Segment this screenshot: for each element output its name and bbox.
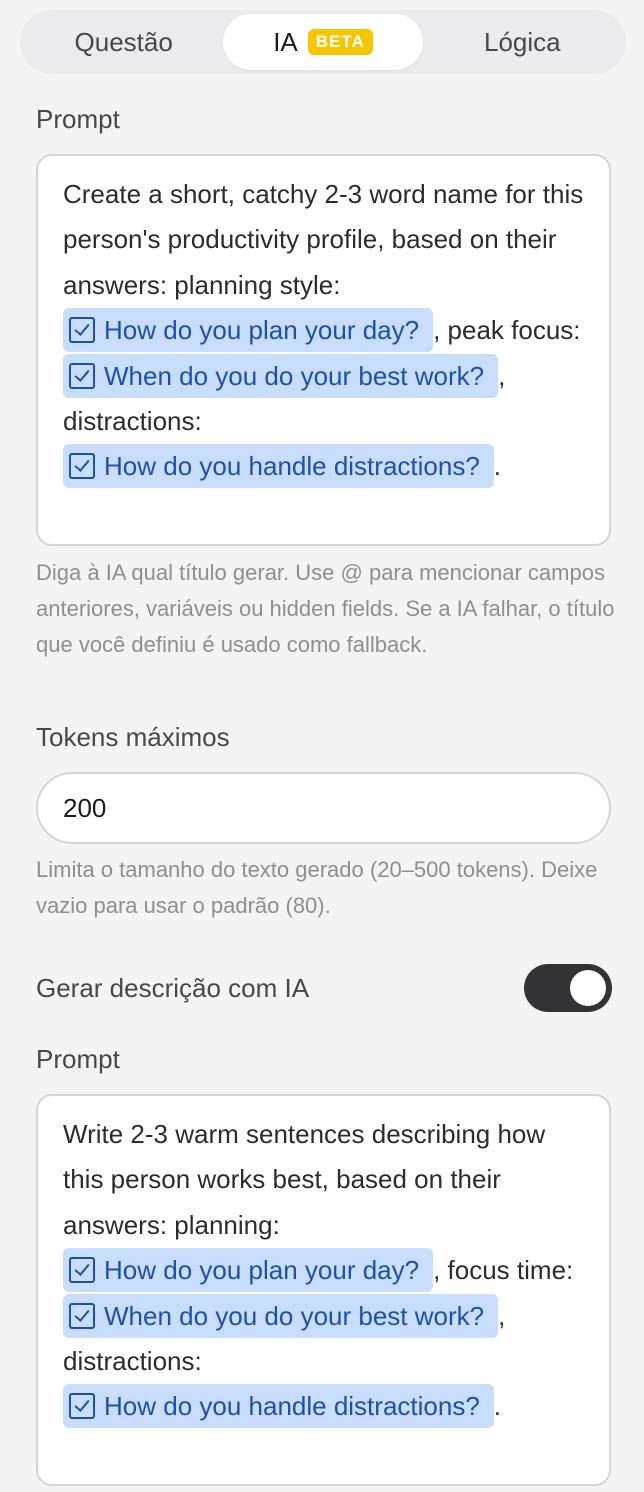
max-tokens-help: Limita o tamanho do texto gerado (20–500…: [36, 857, 598, 918]
checkbox-icon: [69, 453, 95, 480]
max-tokens-label: Tokens máximos: [36, 722, 230, 752]
checkbox-icon: [69, 362, 95, 389]
tab-questao[interactable]: Questão: [24, 14, 223, 70]
checkbox-icon: [69, 1302, 95, 1329]
prompt-text: , focus time:: [433, 1255, 574, 1286]
mention-label: How do you handle distractions?: [104, 1391, 480, 1422]
tab-bar: Questão IA BETA Lógica: [20, 10, 626, 74]
mention-label: When do you do your best work?: [104, 360, 485, 391]
mention-chip[interactable]: How do you plan your day?: [63, 308, 434, 353]
tab-logica[interactable]: Lógica: [423, 14, 622, 70]
mention-chip[interactable]: How do you plan your day?: [63, 1248, 434, 1293]
mention-chip[interactable]: How do you handle distractions?: [63, 444, 494, 489]
title-prompt-help: Diga à IA qual título gerar. Use @ para …: [36, 560, 615, 657]
mention-label: How do you handle distractions?: [104, 451, 480, 482]
prompt-text: .: [493, 451, 502, 482]
tab-questao-label: Questão: [74, 26, 173, 57]
checkbox-icon: [69, 1257, 95, 1284]
description-prompt-label: Prompt: [36, 1044, 120, 1074]
toggle-knob: [570, 970, 606, 1006]
prompt-text: Create a short, catchy 2-3 word name for…: [63, 179, 584, 300]
mention-chip[interactable]: When do you do your best work?: [63, 353, 499, 398]
description-toggle[interactable]: [524, 964, 612, 1012]
mention-label: When do you do your best work?: [104, 1300, 485, 1331]
mention-label: How do you plan your day?: [104, 1255, 420, 1286]
tab-ia-label: IA: [273, 26, 298, 57]
description-prompt-editor[interactable]: Write 2-3 warm sentences describing how …: [36, 1094, 611, 1486]
beta-badge: BETA: [307, 29, 373, 55]
prompt-text: , peak focus:: [433, 315, 581, 346]
description-toggle-label: Gerar descrição com IA: [36, 973, 310, 1003]
max-tokens-input[interactable]: 200: [36, 772, 611, 844]
prompt-text: Write 2-3 warm sentences describing how …: [63, 1119, 546, 1240]
tab-logica-label: Lógica: [484, 26, 561, 57]
tab-ia[interactable]: IA BETA: [223, 14, 423, 70]
mention-chip[interactable]: How do you handle distractions?: [63, 1384, 494, 1429]
title-prompt-editor[interactable]: Create a short, catchy 2-3 word name for…: [36, 154, 611, 546]
mention-label: How do you plan your day?: [104, 315, 420, 346]
title-prompt-label: Prompt: [36, 104, 120, 134]
checkbox-icon: [69, 317, 95, 344]
checkbox-icon: [69, 1393, 95, 1420]
prompt-text: .: [493, 1391, 502, 1422]
mention-chip[interactable]: When do you do your best work?: [63, 1293, 499, 1338]
